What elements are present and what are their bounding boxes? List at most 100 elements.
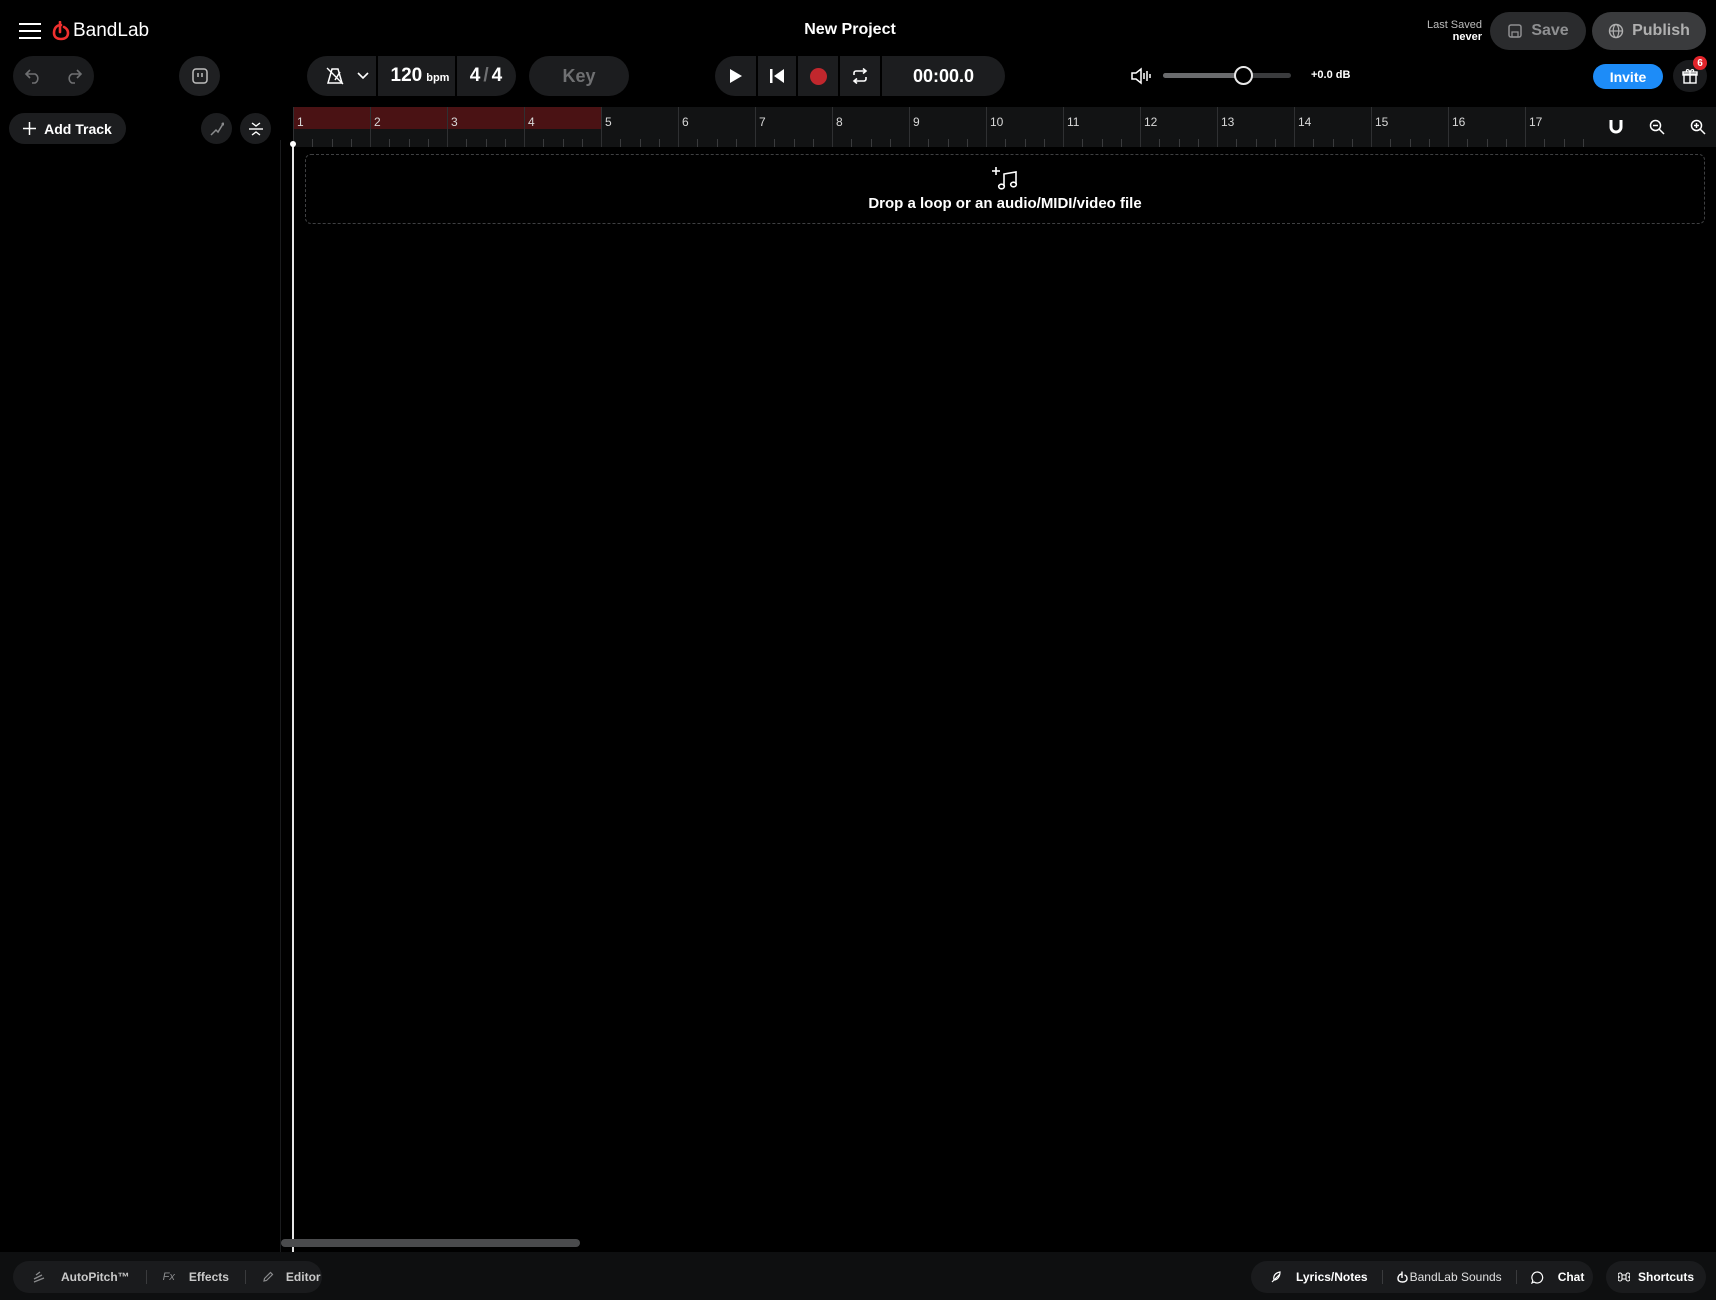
zoom-in-button[interactable] — [1684, 112, 1712, 142]
ruler-beat-tick — [466, 139, 468, 147]
add-music-icon — [992, 166, 1018, 190]
ruler-bar-line — [1063, 107, 1064, 147]
command-key-icon — [1617, 1272, 1630, 1282]
ruler-beat-tick — [1178, 139, 1180, 147]
ruler-beat-tick — [716, 139, 718, 147]
ruler-beat-tick — [312, 139, 314, 147]
metronome-dropdown[interactable] — [349, 56, 377, 96]
ruler-bar-line — [370, 107, 371, 147]
ruler-bar-line — [986, 107, 987, 147]
bpm-field[interactable]: 120 bpm — [378, 56, 462, 96]
gift-badge-count: 6 — [1697, 57, 1703, 69]
editor-label: Editor — [285, 1270, 321, 1284]
ruler-bar-number: 14 — [1298, 115, 1312, 129]
volume-slider[interactable] — [1163, 66, 1291, 85]
ruler-bar-line — [909, 107, 910, 147]
volume-thumb[interactable] — [1234, 66, 1254, 85]
time-display[interactable]: 00:00.0 — [882, 56, 1005, 96]
ruler-beat-tick — [504, 139, 506, 147]
time-sig-denominator: 4 — [491, 65, 503, 86]
ruler-bar-number: 16 — [1452, 115, 1466, 129]
ruler-bar-line — [1525, 107, 1526, 147]
timeline-ruler[interactable]: 1 2 3 4 5 6 7 8 9 10 11 12 13 14 15 16 17 — [293, 107, 1596, 147]
playhead-handle[interactable] — [290, 141, 296, 147]
bandlab-sounds-label: BandLab Sounds — [1409, 1270, 1502, 1284]
autopitch-button[interactable]: AutoPitch™ — [33, 1270, 130, 1284]
lyrics-notes-button[interactable]: Lyrics/Notes — [1270, 1270, 1368, 1284]
menu-button[interactable] — [16, 18, 44, 44]
ruler-bar-number: 17 — [1529, 115, 1543, 129]
metronome-icon — [326, 67, 344, 85]
project-title[interactable]: New Project — [760, 21, 940, 39]
ruler-beat-tick — [620, 139, 622, 147]
volume-fill — [1163, 73, 1244, 78]
ruler-beat-tick — [639, 139, 641, 147]
ruler-beat-tick — [697, 139, 699, 147]
ruler-beat-tick — [562, 139, 564, 147]
divider — [1515, 1270, 1517, 1284]
ruler-beat-tick — [1332, 139, 1334, 147]
chat-icon — [1530, 1270, 1543, 1284]
bandlab-logo[interactable]: BandLab — [52, 20, 149, 42]
gift-badge: 6 — [1693, 56, 1707, 70]
chat-button[interactable]: Chat — [1530, 1270, 1585, 1284]
track-panel-border — [280, 140, 281, 1252]
ruler-beat-tick — [1428, 139, 1430, 147]
zoom-in-icon — [1690, 119, 1706, 135]
ruler-bar-line — [1448, 107, 1449, 147]
ruler-bar-line — [755, 107, 756, 147]
ruler-beat-tick — [350, 139, 352, 147]
horizontal-scrollbar[interactable] — [281, 1239, 580, 1247]
time-signature-field[interactable]: 4 / 4 — [457, 56, 515, 96]
record-button[interactable] — [798, 56, 838, 96]
ruler-bar-line — [1294, 107, 1295, 147]
ruler-bar-number: 15 — [1375, 115, 1389, 129]
snap-button[interactable] — [1602, 112, 1630, 142]
ruler-beat-tick — [851, 139, 853, 147]
time-value: 00:00.0 — [912, 65, 975, 86]
publish-button[interactable]: Publish — [1592, 12, 1706, 50]
effects-button[interactable]: Fx Effects — [163, 1270, 229, 1284]
ruler-bar-number: 10 — [990, 115, 1004, 129]
ruler-beat-tick — [947, 139, 949, 147]
ruler-bar-number: 5 — [605, 115, 612, 129]
ruler-beat-tick — [543, 139, 545, 147]
zoom-out-icon — [1649, 119, 1665, 135]
chat-label: Chat — [1557, 1270, 1585, 1284]
bottom-right-tools: Lyrics/Notes BandLab Sounds Chat — [1251, 1261, 1593, 1293]
ruler-beat-tick — [1505, 139, 1507, 147]
invite-button[interactable]: Invite — [1593, 64, 1663, 89]
chevron-down-icon — [357, 72, 369, 80]
divider — [1381, 1270, 1383, 1284]
save-label: Save — [1531, 22, 1569, 39]
zoom-out-button[interactable] — [1643, 112, 1671, 142]
save-button[interactable]: Save — [1490, 12, 1586, 50]
ruler-beat-tick — [1409, 139, 1411, 147]
bandlab-sounds-icon — [1396, 1271, 1408, 1283]
drop-zone[interactable]: Drop a loop or an audio/MIDI/video file — [305, 154, 1705, 224]
bandlab-sounds-button[interactable]: BandLab Sounds — [1396, 1270, 1502, 1284]
automation-button[interactable] — [201, 113, 232, 144]
publish-label: Publish — [1632, 22, 1690, 39]
track-settings-button[interactable] — [240, 113, 271, 144]
key-button[interactable]: Key — [529, 56, 629, 96]
rewind-button[interactable] — [758, 56, 796, 96]
play-button[interactable] — [715, 56, 757, 96]
view-toggle-button[interactable] — [179, 56, 220, 96]
editor-button[interactable]: Editor — [262, 1270, 321, 1284]
mute-button[interactable] — [1126, 62, 1156, 90]
volume-icon — [1131, 67, 1151, 85]
undo-button[interactable] — [13, 56, 53, 96]
redo-button[interactable] — [54, 56, 94, 96]
add-track-button[interactable]: Add Track — [9, 113, 126, 144]
loop-button[interactable] — [840, 56, 880, 96]
divider — [145, 1270, 147, 1284]
ruler-beat-tick — [1544, 139, 1546, 147]
ruler-beat-tick — [889, 139, 891, 147]
ruler-bar-line — [832, 107, 833, 147]
shortcuts-button[interactable]: Shortcuts — [1606, 1261, 1706, 1293]
ruler-bar-line — [524, 107, 525, 147]
playhead[interactable] — [292, 142, 294, 1252]
save-status-label: Last Saved — [1426, 19, 1482, 31]
time-sig-separator: / — [483, 65, 489, 86]
